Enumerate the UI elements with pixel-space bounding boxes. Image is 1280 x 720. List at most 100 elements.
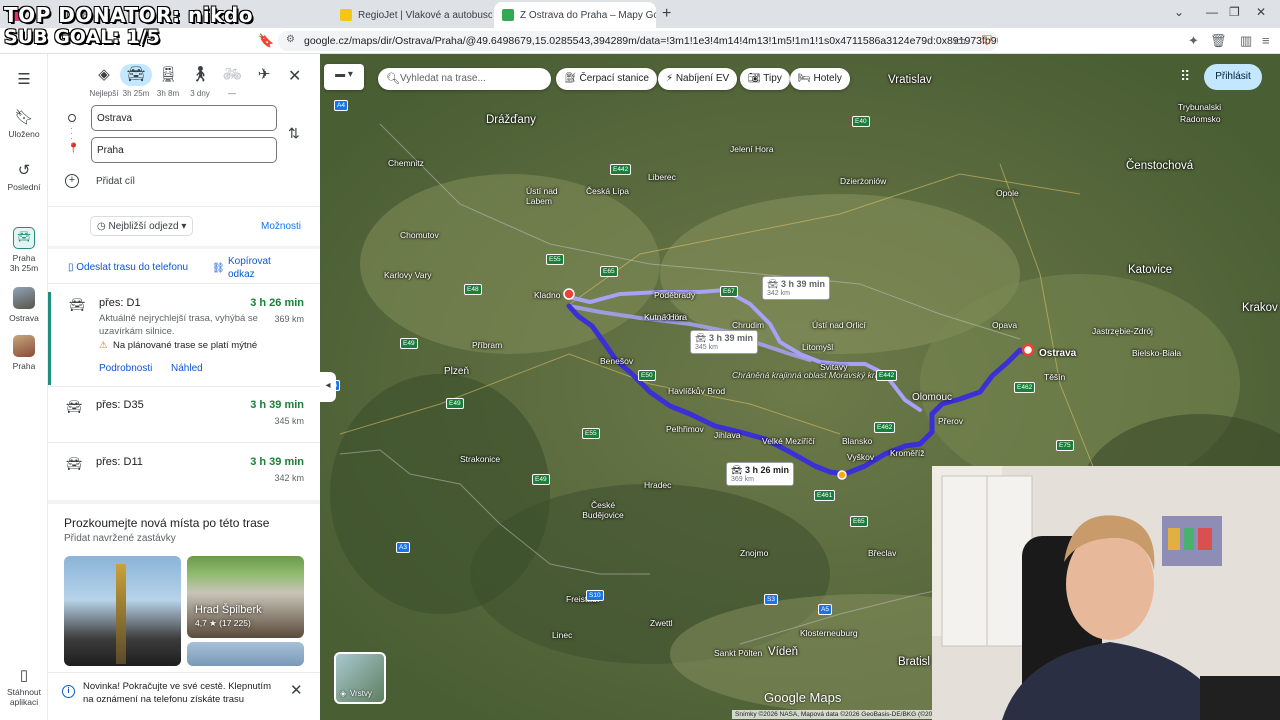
- city-label: Havlíčkův Brod: [668, 386, 726, 396]
- praha-pin-icon[interactable]: [563, 288, 575, 300]
- origin-input[interactable]: [91, 105, 277, 131]
- main-menu-button[interactable]: ☰: [0, 70, 48, 91]
- mode-car[interactable]: 🚘︎ 3h 25m: [119, 64, 153, 98]
- city-label: Karlovy Vary: [384, 270, 432, 280]
- apps-grid-icon[interactable]: ⠿: [1180, 68, 1190, 85]
- cast-icon[interactable]: ▭: [954, 33, 966, 49]
- chip-tips[interactable]: 📷︎ Tipy: [740, 68, 790, 90]
- chevron-down-icon[interactable]: ⌄: [1174, 5, 1184, 19]
- highway-shield: E65: [850, 516, 868, 527]
- sub-goal-text: SUB GOAL: 1/5: [4, 26, 160, 48]
- city-label: Opole: [996, 188, 1019, 198]
- city-label: Bratisl: [898, 656, 930, 668]
- add-destination-button[interactable]: Přidat cíl: [96, 176, 135, 187]
- bookmark-icon[interactable]: 🔖: [258, 33, 274, 49]
- place-card-spilberk[interactable]: Hrad Špilberk 4,7 ★ (17 225): [187, 556, 304, 638]
- divider: [48, 283, 320, 284]
- divider: [48, 386, 320, 387]
- google-maps-logo: Google Maps: [764, 690, 842, 705]
- recent-item-ostrava[interactable]: Ostrava: [0, 287, 48, 323]
- brave-shield-icon[interactable]: ⛉: [982, 33, 992, 49]
- explore-title: Prozkoumejte nová místa po této trase: [64, 516, 270, 530]
- add-plus-icon[interactable]: +: [65, 174, 79, 188]
- route-label-d11[interactable]: 🚘︎ 3 h 39 min 342 km: [762, 276, 830, 300]
- site-info-icon[interactable]: ⚙: [286, 34, 295, 45]
- route-option-d11[interactable]: 🚘︎ přes: D11 3 h 39 min 342 km: [48, 451, 316, 499]
- route-option-d1[interactable]: 🚘︎ přes: D1 3 h 26 min 369 km Aktuálně n…: [48, 292, 316, 385]
- airplane-icon: ✈: [257, 66, 271, 83]
- place-card-column[interactable]: [64, 556, 181, 666]
- depart-time-dropdown[interactable]: ◷ Nejbližší odjezd ▾: [90, 216, 194, 236]
- mode-transit[interactable]: 🚆︎ 3h 8m: [151, 64, 185, 98]
- collapse-panel-button[interactable]: ◂: [320, 372, 336, 402]
- city-label: Strakonice: [460, 454, 501, 464]
- highway-shield: E49: [446, 398, 464, 409]
- city-label: Vídeň: [768, 646, 799, 658]
- city-label: Pelhřimov: [666, 424, 704, 434]
- new-tab-button[interactable]: +: [662, 5, 671, 23]
- mode-flight[interactable]: ✈: [247, 64, 281, 89]
- swap-icon[interactable]: ⇅: [288, 125, 300, 142]
- terrain: [360, 174, 660, 354]
- maximize-button[interactable]: ❐: [1229, 5, 1240, 19]
- extensions-icon[interactable]: ✦: [1188, 33, 1199, 49]
- city-label: Jelení Hora: [730, 144, 774, 154]
- sign-in-button[interactable]: Přihlásit: [1204, 64, 1262, 90]
- search-along-route[interactable]: 🔍︎ Vyhledat na trase...: [378, 68, 551, 90]
- copy-link-button[interactable]: ⛓ Kopírovat odkaz: [212, 255, 278, 281]
- chip-gas-stations[interactable]: ⛽︎ Čerpací stanice: [556, 68, 657, 90]
- mode-walk[interactable]: 🚶︎ 3 dny: [183, 64, 217, 98]
- bed-icon: 🛏︎: [798, 73, 814, 84]
- route-option-d35[interactable]: 🚘︎ přes: D35 3 h 39 min 345 km: [48, 394, 316, 442]
- mode-best[interactable]: ◈ Nejlepší: [87, 64, 121, 98]
- city-label: Chomutov: [400, 230, 439, 240]
- travel-mode-selector: ◈ Nejlepší 🚘︎ 3h 25m 🚆︎ 3h 8m 🚶︎ 3 dny 🚲…: [48, 64, 320, 104]
- minimize-button[interactable]: —: [1206, 5, 1218, 19]
- menu-icon[interactable]: ≡: [1262, 33, 1270, 48]
- layers-button[interactable]: ◈ Vrstvy: [334, 652, 386, 704]
- city-label: Ústí nad Orlicí: [812, 320, 866, 330]
- sidebar-icon[interactable]: ▥: [1240, 33, 1252, 49]
- directions-panel: ◈ Nejlepší 🚘︎ 3h 25m 🚆︎ 3h 8m 🚶︎ 3 dny 🚲…: [48, 54, 320, 720]
- place-card-more[interactable]: [187, 642, 304, 666]
- stream-overlay: TOP DONATOR: nikdo SUB GOAL: 1/5: [4, 4, 253, 49]
- ostrava-thumbnail: [13, 287, 35, 309]
- tab-regiojet[interactable]: RegioJet | Vlakové a autobusové jízd: [332, 2, 492, 28]
- city-label: Krakov: [1242, 302, 1278, 314]
- recent-item-praha-route[interactable]: 🚘︎ Praha 3h 25m: [0, 227, 48, 273]
- address-bar[interactable]: ⚙ google.cz/maps/dir/Ostrava/Praha/@49.6…: [278, 31, 998, 51]
- chip-hotels[interactable]: 🛏︎ Hotely: [790, 68, 850, 90]
- ostrava-origin-icon[interactable]: [1021, 343, 1035, 357]
- preview-link[interactable]: Náhled: [171, 363, 203, 374]
- notification-banner: i Novinka! Pokračujte ve své cestě. Klep…: [48, 672, 320, 720]
- mode-bike[interactable]: 🚲︎ —: [215, 64, 249, 98]
- download-app-button[interactable]: ▯ Stáhnout aplikaci: [0, 666, 48, 707]
- details-link[interactable]: Podrobnosti: [99, 363, 152, 374]
- city-label: Katovice: [1128, 264, 1173, 276]
- diamond-icon: ◈: [98, 66, 110, 83]
- map-type-button[interactable]: ▬ ▾: [324, 64, 364, 90]
- trash-icon[interactable]: 🗑: [1210, 33, 1227, 49]
- recent-item-praha[interactable]: Praha: [0, 335, 48, 371]
- options-button[interactable]: Možnosti: [261, 221, 301, 232]
- highway-shield: E461: [814, 490, 836, 501]
- route-label-d1[interactable]: 🚘︎ 3 h 26 min 369 km: [726, 462, 794, 486]
- terrain: [330, 374, 550, 614]
- close-window-button[interactable]: ✕: [1256, 5, 1266, 19]
- saved-button[interactable]: 🔖︎ Uloženo: [0, 108, 48, 139]
- chip-ev-charging[interactable]: ⚡︎ Nabíjení EV: [658, 68, 738, 90]
- send-to-phone-button[interactable]: ▯ Odeslat trasu do telefonu: [68, 262, 188, 273]
- city-label: Velké Meziříčí: [762, 436, 815, 446]
- highway-shield: E442: [876, 370, 898, 381]
- close-notice-icon[interactable]: ✕: [290, 681, 303, 699]
- city-label: Česká Lípa: [586, 186, 629, 196]
- toll-warning-icon[interactable]: [837, 470, 847, 480]
- tab-google-maps[interactable]: Z Ostrava do Praha – Mapy Goo ✕: [494, 2, 656, 28]
- destination-input[interactable]: [91, 137, 277, 163]
- close-directions-icon[interactable]: ✕: [288, 66, 301, 86]
- phone-icon: ▯: [19, 667, 29, 684]
- divider: [48, 246, 320, 249]
- route-label-d35[interactable]: 🚘︎ 3 h 39 min 345 km: [690, 330, 758, 354]
- layers-icon: ◈: [340, 689, 347, 698]
- recent-button[interactable]: ↺ Poslední: [0, 161, 48, 192]
